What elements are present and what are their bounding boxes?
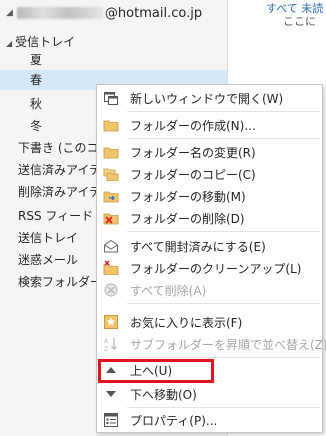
menu-item-move-down[interactable]: 下へ移動(O) xyxy=(97,383,322,405)
menu-item-copy-folder[interactable]: フォルダーのコピー(C) xyxy=(97,163,322,185)
svg-text:Z: Z xyxy=(104,346,108,352)
folder-outbox[interactable]: 送信トレイ xyxy=(18,228,78,248)
redacted-email-prefix xyxy=(16,7,103,19)
menu-item-label: すべて開封済みにする(E) xyxy=(130,240,266,254)
menu-item-label: フォルダーのクリーンアップ(L) xyxy=(130,262,302,276)
menu-item-delete-folder[interactable]: フォルダーの削除(D) xyxy=(97,207,322,229)
message-list-hint: ここに xyxy=(283,15,316,28)
menu-item-label: お気に入りに表示(F) xyxy=(130,316,243,330)
highlight-annotation xyxy=(98,359,214,383)
delete-all-icon xyxy=(104,283,118,297)
menu-item-label: フォルダーのコピー(C) xyxy=(130,168,256,182)
folder-rss[interactable]: RSS フィード xyxy=(18,206,93,226)
menu-item-label: フォルダーの削除(D) xyxy=(130,212,245,226)
menu-separator xyxy=(127,231,320,232)
new-window-icon xyxy=(104,92,118,105)
folder-drafts[interactable]: 下書き (このコ xyxy=(18,138,99,158)
expand-caret-icon[interactable]: ◢ xyxy=(6,39,12,48)
folder-rename-icon xyxy=(103,147,119,159)
menu-item-create-folder[interactable]: フォルダーの作成(N)... xyxy=(97,114,322,136)
favorites-icon xyxy=(104,315,118,329)
menu-item-cleanup-folder[interactable]: フォルダーのクリーンアップ(L) xyxy=(97,257,322,279)
menu-item-delete-all: すべて削除(A) xyxy=(97,279,322,301)
menu-item-label: フォルダーの移動(M) xyxy=(130,190,246,204)
folder-junk[interactable]: 迷惑メール xyxy=(18,250,78,270)
menu-item-label: フォルダーの作成(N)... xyxy=(130,119,256,133)
folder-item-aki[interactable]: 秋 xyxy=(30,94,42,114)
cleanup-icon xyxy=(103,260,119,275)
folder-delete-icon xyxy=(103,213,119,225)
menu-item-rename-folder[interactable]: フォルダー名の変更(R) xyxy=(97,141,322,163)
properties-icon xyxy=(104,413,118,427)
folder-item-natsu[interactable]: 夏 xyxy=(30,50,42,70)
folder-item-fuyu[interactable]: 冬 xyxy=(30,116,42,136)
collapse-caret-icon[interactable]: ◢ xyxy=(6,8,13,18)
menu-item-label: サブフォルダーを昇順で並べ替え(Z) xyxy=(130,338,326,352)
menu-item-sort-subfolders: A Z サブフォルダーを昇順で並べ替え(Z) xyxy=(97,333,326,355)
menu-item-open-new-window[interactable]: 新しいウィンドウで開く(W) xyxy=(97,87,322,109)
mark-read-icon xyxy=(104,239,118,253)
folder-sent[interactable]: 送信済みアイテ xyxy=(18,160,101,180)
folder-context-menu: 新しいウィンドウで開く(W) フォルダーの作成(N)... フォルダー名の変更(… xyxy=(96,84,326,433)
menu-item-mark-all-read[interactable]: すべて開封済みにする(E) xyxy=(97,235,322,257)
menu-separator xyxy=(127,303,320,304)
menu-separator xyxy=(127,407,320,408)
folder-search[interactable]: 検索フォルダー xyxy=(18,272,102,292)
sort-icon: A Z xyxy=(104,338,117,352)
menu-separator xyxy=(127,357,320,358)
menu-item-show-in-favorites[interactable]: お気に入りに表示(F) xyxy=(97,311,322,333)
folder-move-icon xyxy=(103,191,119,203)
account-email-suffix: @hotmail.co.jp xyxy=(104,5,203,21)
menu-item-label: プロパティ(P)... xyxy=(130,414,218,428)
folder-copy-icon xyxy=(103,168,119,181)
menu-item-label: 下へ移動(O) xyxy=(130,388,197,402)
menu-separator xyxy=(127,138,320,139)
menu-item-move-folder[interactable]: フォルダーの移動(M) xyxy=(97,185,322,207)
menu-item-label: フォルダー名の変更(R) xyxy=(130,146,256,160)
down-arrow-icon xyxy=(106,391,116,397)
menu-item-properties[interactable]: プロパティ(P)... xyxy=(97,409,322,431)
menu-separator xyxy=(127,111,320,112)
menu-item-label: すべて削除(A) xyxy=(130,284,207,298)
svg-text:A: A xyxy=(104,338,109,345)
folder-deleted[interactable]: 削除済みアイテ xyxy=(18,182,101,202)
menu-item-label: 新しいウィンドウで開く(W) xyxy=(130,92,284,106)
folder-inbox[interactable]: ◢ 受信トレイ xyxy=(6,32,75,52)
account-header[interactable]: ◢ @hotmail.co.jp xyxy=(6,4,202,22)
folder-icon xyxy=(103,120,119,132)
